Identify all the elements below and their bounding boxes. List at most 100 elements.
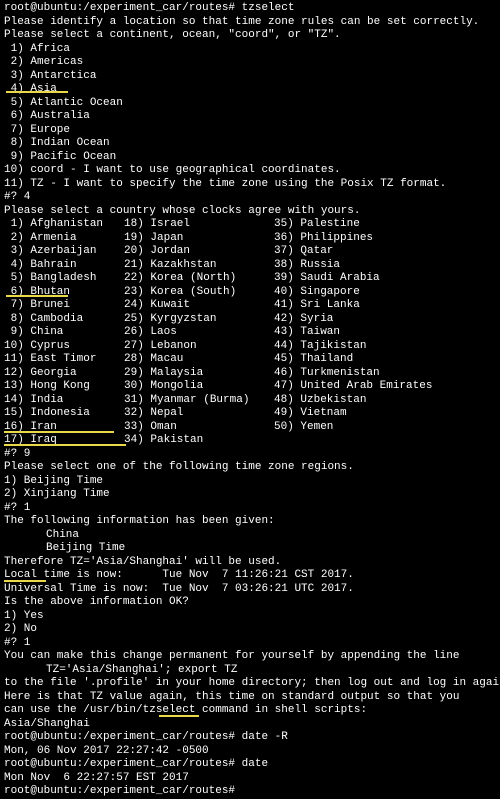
country-option: 39) Saudi Arabia: [274, 272, 444, 286]
msg-perm3: to the file '.profile' in your home dire…: [4, 677, 496, 691]
highlight-xinjiang: [4, 444, 126, 446]
country-option: 15) Indonesia: [4, 407, 124, 421]
highlight-beijing: [4, 431, 114, 433]
country-option: 8) Cambodia: [4, 313, 124, 327]
country-option: 29) Malaysia: [124, 367, 274, 381]
country-option: 47) United Arab Emirates: [274, 380, 444, 394]
msg-local: Local time is now: Tue Nov 7 11:26:21 CS…: [4, 569, 496, 583]
country-option: 1) Afghanistan: [4, 218, 124, 232]
continent-option: 1) Africa: [4, 43, 496, 57]
country-option: 26) Laos: [124, 326, 274, 340]
country-option: 38) Russia: [274, 259, 444, 273]
continent-option: 10) coord - I want to use geographical c…: [4, 164, 496, 178]
country-row: 14) India31) Myanmar (Burma)48) Uzbekist…: [4, 394, 496, 408]
prompt-date-r[interactable]: root@ubuntu:/experiment_car/routes# date…: [4, 731, 496, 745]
region-option: 2) Xinjiang Time: [4, 488, 496, 502]
country-row: 10) Cyprus27) Lebanon44) Tajikistan: [4, 340, 496, 354]
input-yesno[interactable]: #? 1: [4, 637, 496, 651]
continent-option: 8) Indian Ocean: [4, 137, 496, 151]
country-row: 12) Georgia29) Malaysia46) Turkmenistan: [4, 367, 496, 381]
msg-utc: Universal Time is now: Tue Nov 7 03:26:2…: [4, 583, 496, 597]
country-row: 11) East Timor28) Macau45) Thailand: [4, 353, 496, 367]
input-continent[interactable]: #? 4: [4, 191, 496, 205]
region-option: 1) Beijing Time: [4, 475, 496, 489]
msg-perm2: TZ='Asia/Shanghai'; export TZ: [4, 664, 496, 678]
country-option: 30) Mongolia: [124, 380, 274, 394]
country-option: 24) Kuwait: [124, 299, 274, 313]
yesno-option: 2) No: [4, 623, 496, 637]
country-option: 28) Macau: [124, 353, 274, 367]
msg-here2: can use the /usr/bin/tzselect command in…: [4, 704, 496, 718]
country-option: 50) Yemen: [274, 421, 444, 435]
country-option: 42) Syria: [274, 313, 444, 327]
country-row: 6) Bhutan23) Korea (South)40) Singapore: [4, 286, 496, 300]
country-option: 11) East Timor: [4, 353, 124, 367]
country-option: 45) Thailand: [274, 353, 444, 367]
country-row: 1) Afghanistan18) Israel35) Palestine: [4, 218, 496, 232]
msg-perm1: You can make this change permanent for y…: [4, 650, 496, 664]
country-option: 4) Bahrain: [4, 259, 124, 273]
input-region[interactable]: #? 1: [4, 502, 496, 516]
prompt-end[interactable]: root@ubuntu:/experiment_car/routes#: [4, 785, 496, 799]
msg-tz: Asia/Shanghai: [4, 718, 496, 732]
country-option: 12) Georgia: [4, 367, 124, 381]
msg-identify: Please identify a location so that time …: [4, 16, 496, 30]
country-option: 40) Singapore: [274, 286, 444, 300]
country-option: 9) China: [4, 326, 124, 340]
country-row: 4) Bahrain21) Kazakhstan38) Russia: [4, 259, 496, 273]
continent-option: 4) Asia: [4, 83, 496, 97]
country-option: 46) Turkmenistan: [274, 367, 444, 381]
country-option: 31) Myanmar (Burma): [124, 394, 274, 408]
msg-here1: Here is that TZ value again, this time o…: [4, 691, 496, 705]
prompt-date[interactable]: root@ubuntu:/experiment_car/routes# date: [4, 758, 496, 772]
highlight-yes: [4, 580, 46, 582]
country-option: 32) Nepal: [124, 407, 274, 421]
msg-select-continent: Please select a continent, ocean, "coord…: [4, 29, 496, 43]
msg-select-region: Please select one of the following time …: [4, 461, 496, 475]
country-option: 34) Pakistan: [124, 434, 274, 448]
country-option: 14) India: [4, 394, 124, 408]
country-option: 35) Palestine: [274, 218, 444, 232]
continent-option: 7) Europe: [4, 124, 496, 138]
continent-option: 2) Americas: [4, 56, 496, 70]
country-option: 3) Azerbaijan: [4, 245, 124, 259]
country-row: 2) Armenia19) Japan36) Philippines: [4, 232, 496, 246]
country-row: 7) Brunei24) Kuwait41) Sri Lanka: [4, 299, 496, 313]
country-option: 27) Lebanon: [124, 340, 274, 354]
country-option: 25) Kyrgyzstan: [124, 313, 274, 327]
continent-option: 9) Pacific Ocean: [4, 151, 496, 165]
country-row: 13) Hong Kong30) Mongolia47) United Arab…: [4, 380, 496, 394]
country-option: 2) Armenia: [4, 232, 124, 246]
continent-option: 3) Antarctica: [4, 70, 496, 84]
country-option: 23) Korea (South): [124, 286, 274, 300]
country-option: [274, 434, 444, 448]
highlight-asia: [6, 91, 68, 93]
country-option: 20) Jordan: [124, 245, 274, 259]
country-option: 22) Korea (North): [124, 272, 274, 286]
country-row: 9) China26) Laos43) Taiwan: [4, 326, 496, 340]
info-beijing: Beijing Time: [4, 542, 496, 556]
country-option: 33) Oman: [124, 421, 274, 435]
country-option: 43) Taiwan: [274, 326, 444, 340]
msg-info-given: The following information has been given…: [4, 515, 496, 529]
country-row: 15) Indonesia32) Nepal49) Vietnam: [4, 407, 496, 421]
country-option: 13) Hong Kong: [4, 380, 124, 394]
yesno-option: 1) Yes: [4, 610, 496, 624]
msg-therefore: Therefore TZ='Asia/Shanghai' will be use…: [4, 556, 496, 570]
msg-above-ok: Is the above information OK?: [4, 596, 496, 610]
date-output: Mon Nov 6 22:27:57 EST 2017: [4, 772, 496, 786]
continent-option: 5) Atlantic Ocean: [4, 97, 496, 111]
country-option: 19) Japan: [124, 232, 274, 246]
country-option: 7) Brunei: [4, 299, 124, 313]
country-option: 21) Kazakhstan: [124, 259, 274, 273]
country-option: 18) Israel: [124, 218, 274, 232]
country-option: 49) Vietnam: [274, 407, 444, 421]
prompt-tzselect[interactable]: root@ubuntu:/experiment_car/routes# tzse…: [4, 2, 496, 16]
country-option: 36) Philippines: [274, 232, 444, 246]
highlight-offset: [159, 715, 199, 717]
highlight-china: [6, 295, 68, 297]
input-country[interactable]: #? 9: [4, 448, 496, 462]
country-option: 41) Sri Lanka: [274, 299, 444, 313]
country-row: 5) Bangladesh22) Korea (North)39) Saudi …: [4, 272, 496, 286]
msg-select-country: Please select a country whose clocks agr…: [4, 205, 496, 219]
